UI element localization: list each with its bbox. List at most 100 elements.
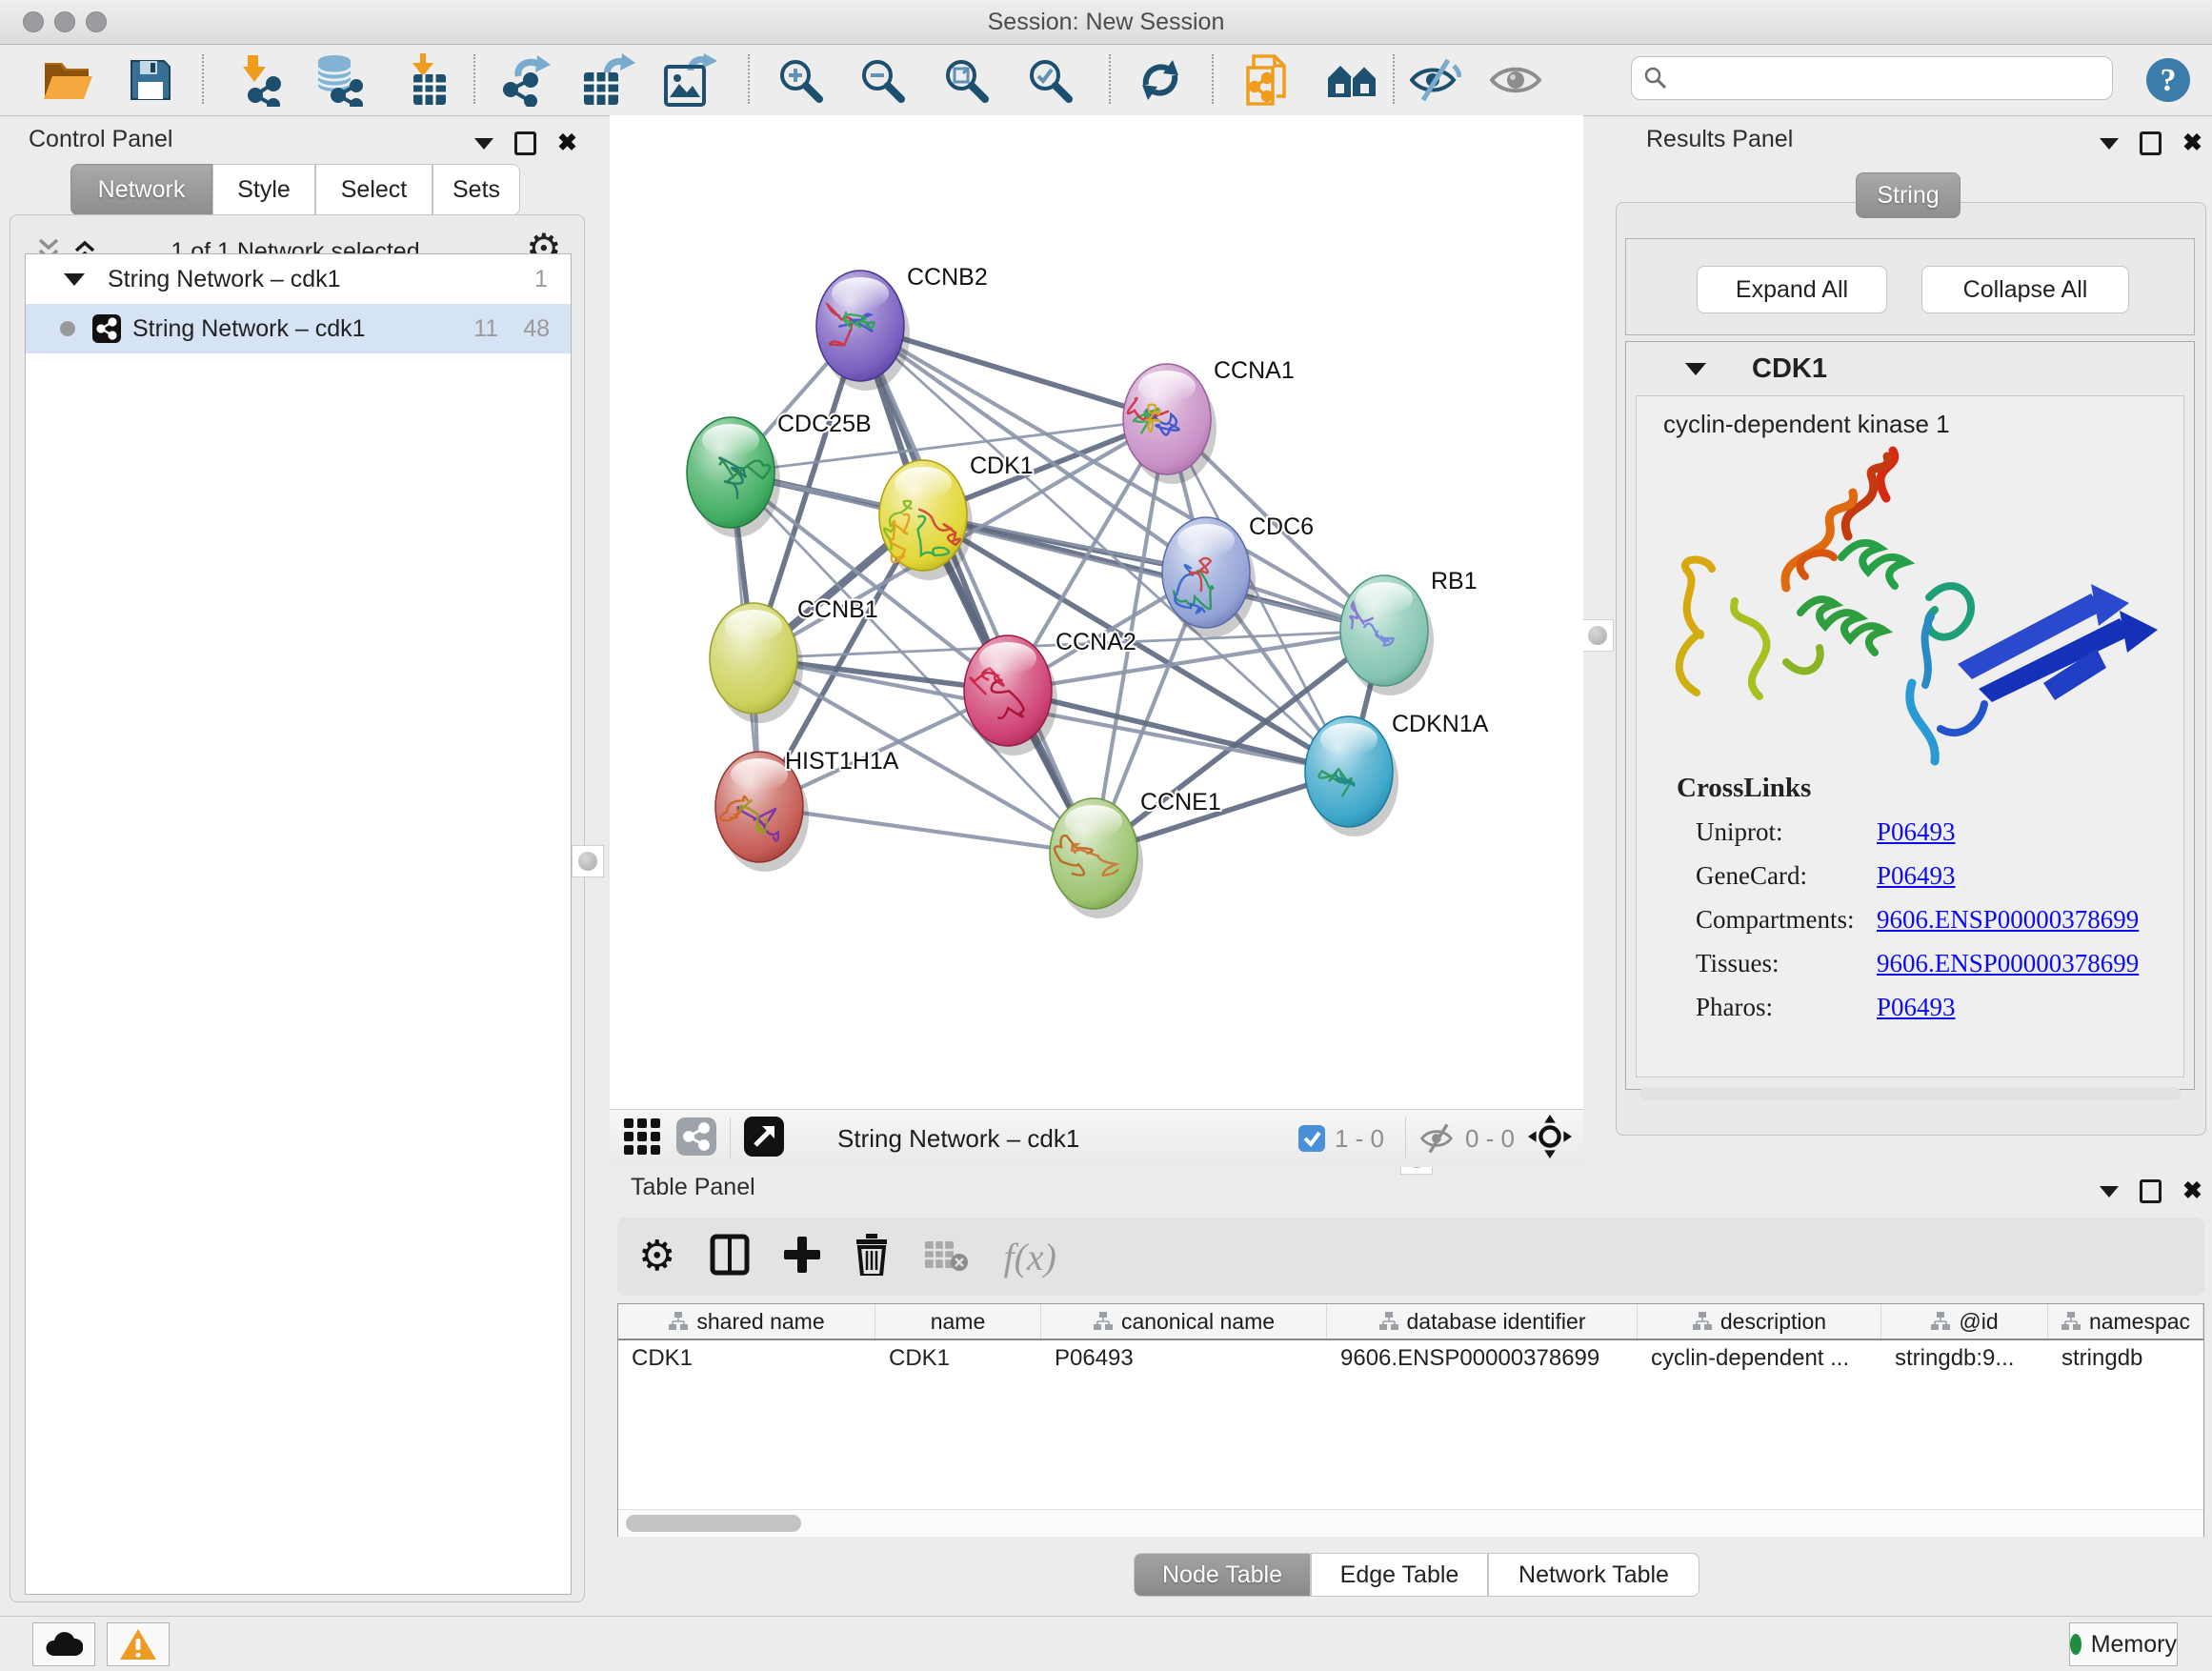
network-canvas[interactable]: CCNB2CCNA1CDC25BCDK1CDC6RB1CCNB1CCNA2CDK… xyxy=(610,115,1583,1109)
create-column-button[interactable] xyxy=(784,1235,820,1279)
import-network-from-file-button[interactable] xyxy=(231,52,286,108)
tab-select[interactable]: Select xyxy=(315,164,432,215)
maximize-panel-icon[interactable] xyxy=(2140,131,2162,155)
node-CDC25B[interactable]: CDC25B xyxy=(687,411,872,537)
column-header-name[interactable]: name xyxy=(875,1304,1041,1339)
tab-style[interactable]: Style xyxy=(212,164,315,215)
export-table-button[interactable] xyxy=(579,52,636,108)
memory-button[interactable]: Memory xyxy=(2069,1622,2178,1666)
node-CCNB1[interactable]: CCNB1 xyxy=(710,596,878,723)
tab-string[interactable]: String xyxy=(1856,172,1961,218)
zoom-fit-content-button[interactable] xyxy=(939,52,993,108)
search-input[interactable] xyxy=(1668,64,2112,92)
import-table-from-file-button[interactable] xyxy=(398,52,453,108)
column-header-database-identifier[interactable]: database identifier xyxy=(1327,1304,1638,1339)
network-row[interactable]: String Network – cdk1 11 48 xyxy=(26,304,571,353)
column-header-shared-name[interactable]: shared name xyxy=(618,1304,875,1339)
float-panel-icon[interactable] xyxy=(2100,138,2119,150)
selected-checkbox-icon[interactable] xyxy=(1298,1125,1325,1152)
open-session-button[interactable] xyxy=(38,52,97,108)
crosslink-value-link[interactable]: P06493 xyxy=(1877,817,1956,847)
left-splitter-handle[interactable] xyxy=(572,845,604,877)
network-collection-row[interactable]: String Network – cdk1 1 xyxy=(26,254,571,304)
collection-expanded-triangle-icon[interactable] xyxy=(64,273,85,286)
column-label: description xyxy=(1720,1309,1826,1335)
node-CCNA2[interactable]: CCNA2 xyxy=(964,629,1136,755)
column-header--id[interactable]: @id xyxy=(1881,1304,2048,1339)
column-header-canonical-name[interactable]: canonical name xyxy=(1041,1304,1327,1339)
edge-HIST1H1A-CCNE1[interactable] xyxy=(759,807,1094,854)
string-network-graph[interactable]: CCNB2CCNA1CDC25BCDK1CDC6RB1CCNB1CCNA2CDK… xyxy=(610,115,1583,1109)
tab-network-table[interactable]: Network Table xyxy=(1488,1553,1699,1597)
network-view-mode-button[interactable] xyxy=(676,1117,716,1160)
first-neighbors-button[interactable] xyxy=(1324,52,1383,108)
node-CCNB2[interactable]: CCNB2 xyxy=(816,264,988,391)
table-row[interactable]: CDK1CDK1P064939606.ENSP00000378699cyclin… xyxy=(618,1340,2203,1377)
table-cell[interactable]: CDK1 xyxy=(618,1345,875,1372)
maximize-panel-icon[interactable] xyxy=(514,131,536,155)
table-horizontal-scrollbar[interactable] xyxy=(618,1509,2203,1537)
show-all-button[interactable] xyxy=(1488,52,1543,108)
crosslink-value-link[interactable]: 9606.ENSP00000378699 xyxy=(1877,905,2139,935)
table-cell[interactable]: 9606.ENSP00000378699 xyxy=(1327,1345,1638,1372)
zoom-in-button[interactable] xyxy=(774,52,827,108)
table-cell[interactable]: cyclin-dependent ... xyxy=(1638,1345,1881,1372)
function-builder-button[interactable]: f(x) xyxy=(1003,1235,1056,1279)
crosslink-value-link[interactable]: 9606.ENSP00000378699 xyxy=(1877,949,2139,978)
cloud-status-button[interactable] xyxy=(32,1622,95,1666)
tab-sets[interactable]: Sets xyxy=(432,164,520,215)
column-header-description[interactable]: description xyxy=(1638,1304,1881,1339)
float-panel-icon[interactable] xyxy=(2100,1186,2119,1198)
table-cell[interactable]: P06493 xyxy=(1041,1345,1327,1372)
birdseye-view-button[interactable] xyxy=(1528,1115,1572,1163)
crosslink-row: Tissues:9606.ENSP00000378699 xyxy=(1696,941,2183,985)
apply-preferred-layout-button[interactable] xyxy=(1134,52,1187,108)
table-cell[interactable]: stringdb:9... xyxy=(1881,1345,2048,1372)
section-expanded-triangle-icon[interactable] xyxy=(1685,363,1706,375)
warning-status-button[interactable] xyxy=(107,1622,170,1666)
maximize-panel-icon[interactable] xyxy=(2140,1179,2162,1203)
toolbar-separator xyxy=(1109,54,1111,104)
zoom-out-button[interactable] xyxy=(855,52,909,108)
help-button[interactable]: ? xyxy=(2142,52,2195,108)
node-CCNA1[interactable]: CCNA1 xyxy=(1123,357,1295,484)
hide-selected-button[interactable] xyxy=(1408,52,1463,108)
right-splitter-handle[interactable] xyxy=(1581,619,1614,652)
close-panel-icon[interactable]: ✖ xyxy=(2182,131,2202,155)
float-panel-icon[interactable] xyxy=(474,138,493,150)
search-field[interactable] xyxy=(1631,56,2113,100)
node-CDKN1A[interactable]: CDKN1A xyxy=(1305,711,1489,836)
grid-view-button[interactable] xyxy=(623,1117,661,1160)
crosslink-value-link[interactable]: P06493 xyxy=(1877,993,1956,1022)
close-panel-icon[interactable]: ✖ xyxy=(2182,1179,2202,1203)
tab-network[interactable]: Network xyxy=(70,164,212,215)
scrollbar-thumb[interactable] xyxy=(626,1515,801,1532)
node-CDK1[interactable]: CDK1 xyxy=(879,453,1034,580)
show-columns-button[interactable] xyxy=(710,1234,750,1280)
import-network-from-database-button[interactable] xyxy=(311,52,366,108)
table-cell[interactable]: CDK1 xyxy=(875,1345,1041,1372)
delete-table-button[interactable] xyxy=(923,1238,969,1277)
node-CCNE1[interactable]: CCNE1 xyxy=(1050,789,1221,918)
expand-all-button[interactable]: Expand All xyxy=(1697,266,1887,313)
detach-view-button[interactable] xyxy=(744,1117,784,1161)
results-horizontal-scrollbar[interactable] xyxy=(1639,1087,2181,1100)
selected-counts: 1 - 0 xyxy=(1335,1124,1384,1154)
node-HIST1H1A[interactable]: HIST1H1A xyxy=(715,748,899,872)
duplicate-network-button[interactable] xyxy=(1237,52,1297,108)
tab-node-table[interactable]: Node Table xyxy=(1134,1553,1311,1597)
crosslink-value-link[interactable]: P06493 xyxy=(1877,861,1956,891)
delete-column-button[interactable] xyxy=(855,1234,889,1280)
export-network-button[interactable] xyxy=(497,52,554,108)
export-image-button[interactable] xyxy=(661,52,718,108)
node-RB1[interactable]: RB1 xyxy=(1340,568,1478,695)
save-session-button[interactable] xyxy=(124,52,177,108)
table-cell[interactable]: stringdb xyxy=(2048,1345,2203,1372)
column-header-namespac[interactable]: namespac xyxy=(2048,1304,2203,1339)
collapse-all-button[interactable]: Collapse All xyxy=(1921,266,2129,313)
table-options-gear-icon[interactable]: ⚙ xyxy=(638,1236,675,1278)
gene-section-header[interactable]: CDK1 xyxy=(1626,342,2194,395)
zoom-selected-button[interactable] xyxy=(1023,52,1076,108)
tab-edge-table[interactable]: Edge Table xyxy=(1311,1553,1488,1597)
close-panel-icon[interactable]: ✖ xyxy=(557,131,577,155)
